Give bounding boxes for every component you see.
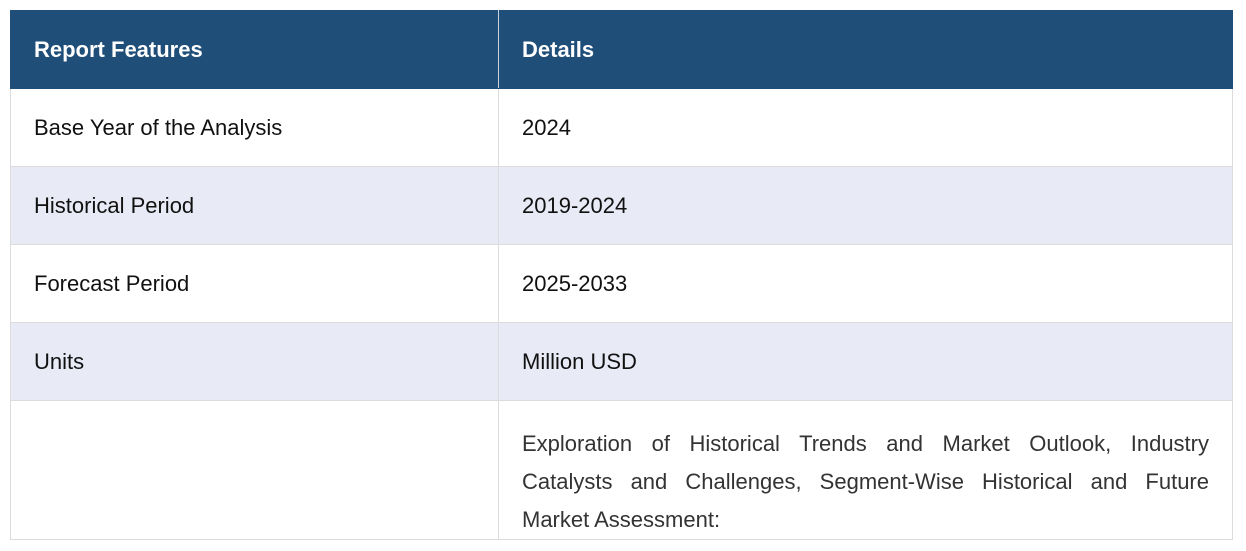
- table-row: Forecast Period 2025-2033: [10, 244, 1233, 323]
- table-header-row: Report Features Details: [10, 10, 1233, 89]
- table-row: Units Million USD: [10, 322, 1233, 401]
- table-row: Base Year of the Analysis 2024: [10, 88, 1233, 167]
- detail-cell: 2025-2033: [498, 244, 1233, 323]
- column-header-report-features: Report Features: [10, 10, 499, 89]
- feature-cell: Historical Period: [10, 166, 499, 245]
- feature-cell: Base Year of the Analysis: [10, 88, 499, 167]
- detail-cell: Million USD: [498, 322, 1233, 401]
- report-features-table: Report Features Details Base Year of the…: [10, 10, 1233, 540]
- detail-cell: 2019-2024: [498, 166, 1233, 245]
- report-features-table-container: Report Features Details Base Year of the…: [10, 10, 1233, 540]
- feature-cell: Forecast Period: [10, 244, 499, 323]
- table-row: Historical Period 2019-2024: [10, 166, 1233, 245]
- detail-paragraph: Exploration of Historical Trends and Mar…: [522, 431, 1209, 532]
- feature-cell: Units: [10, 322, 499, 401]
- detail-cell: Exploration of Historical Trends and Mar…: [498, 400, 1233, 540]
- detail-cell: 2024: [498, 88, 1233, 167]
- table-row: Exploration of Historical Trends and Mar…: [10, 400, 1233, 540]
- column-header-details: Details: [498, 10, 1233, 89]
- feature-cell: [10, 400, 499, 540]
